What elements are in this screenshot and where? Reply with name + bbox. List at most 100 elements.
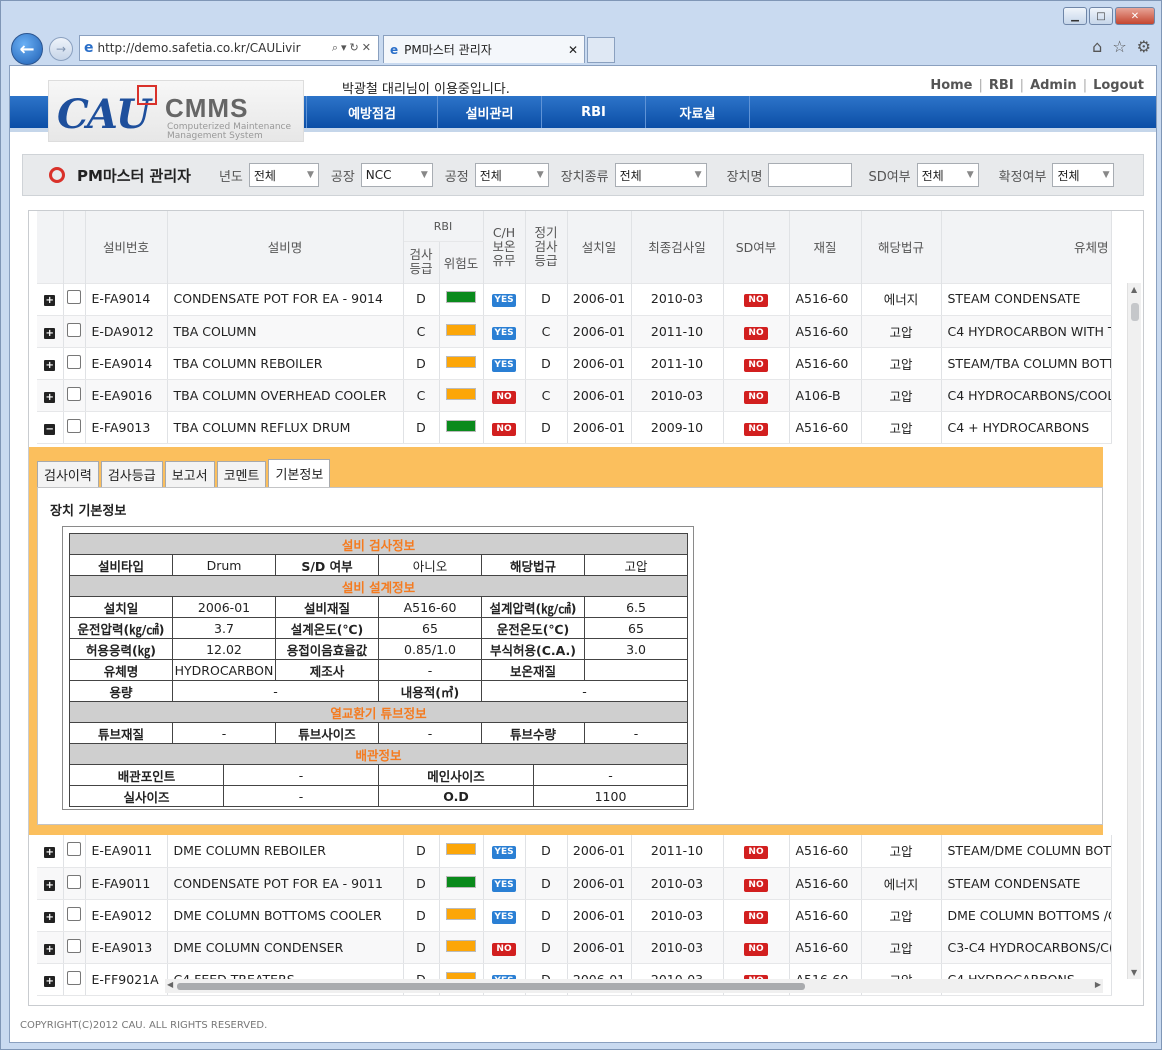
header-fluid[interactable]: 유체명 [941, 211, 1112, 284]
equipment-name[interactable]: TBA COLUMN [167, 315, 404, 348]
row-check-cell[interactable] [63, 411, 86, 444]
tab-close-icon[interactable]: ✕ [568, 43, 578, 57]
equipment-name[interactable]: CONDENSATE POT FOR EA - 9011 [167, 867, 404, 900]
table-row[interactable]: + E-EA9011 DME COLUMN REBOILER D YES D 2006-01… [37, 835, 1112, 868]
tab-basic-info[interactable]: 기본정보 [268, 459, 331, 487]
equipment-no[interactable]: E-EA9013 [85, 931, 168, 964]
row-check-cell[interactable] [63, 379, 86, 412]
row-toggle[interactable]: − [37, 411, 64, 444]
row-checkbox[interactable] [67, 354, 81, 369]
row-check-cell[interactable] [63, 315, 86, 348]
row-toggle[interactable]: + [37, 347, 64, 380]
equipment-name[interactable]: CONDENSATE POT FOR EA - 9014 [167, 283, 404, 316]
row-check-cell[interactable] [63, 835, 86, 868]
plant-select[interactable]: NCC ▼ [360, 163, 433, 187]
type-select[interactable]: 전체 ▼ [614, 163, 707, 187]
row-checkbox[interactable] [67, 386, 81, 401]
row-checkbox[interactable] [67, 290, 81, 305]
row-toggle[interactable]: + [37, 835, 64, 868]
row-toggle[interactable]: + [37, 283, 64, 316]
table-row[interactable]: + E-EA9014 TBA COLUMN REBOILER D YES D 2006-01… [37, 347, 1112, 380]
header-risk[interactable]: 위험도 [439, 241, 484, 284]
equipment-name[interactable]: TBA COLUMN OVERHEAD COOLER [167, 379, 404, 412]
row-toggle[interactable]: + [37, 315, 64, 348]
header-ch[interactable]: C/H보온유무 [483, 211, 526, 284]
menu-item-preventive[interactable]: 예방점검 [306, 96, 438, 128]
link-home[interactable]: Home [930, 78, 972, 93]
scroll-up-icon[interactable]: ▲ [1131, 285, 1137, 294]
vertical-scrollbar[interactable]: ▲ ▼ [1127, 283, 1141, 979]
close-button[interactable]: ✕ [1115, 7, 1155, 25]
row-check-cell[interactable] [63, 867, 86, 900]
expand-toggle-icon[interactable]: + [44, 359, 56, 371]
row-checkbox[interactable] [67, 938, 81, 953]
table-row[interactable]: + E-EA9013 DME COLUMN CONDENSER D NO D 2006-01… [37, 931, 1112, 964]
equipment-no[interactable]: E-DA9012 [85, 315, 168, 348]
menu-item-library[interactable]: 자료실 [646, 96, 750, 128]
tab-inspection-grade[interactable]: 검사등급 [100, 461, 163, 487]
address-url[interactable]: http://demo.safetia.co.kr/CAULivir [98, 41, 328, 55]
tab-report[interactable]: 보고서 [164, 461, 215, 487]
scroll-right-icon[interactable]: ▶ [1095, 980, 1101, 989]
scroll-left-icon[interactable]: ◀ [167, 980, 173, 989]
menu-item-rbi[interactable]: RBI [542, 96, 646, 128]
table-row[interactable]: + E-DA9012 TBA COLUMN C YES C 2006-01 2011-10 NO… [37, 315, 1112, 348]
row-toggle[interactable]: + [37, 963, 64, 996]
link-logout[interactable]: Logout [1093, 78, 1144, 93]
maximize-button[interactable]: □ [1089, 7, 1113, 25]
equipment-no[interactable]: E-FA9011 [85, 867, 168, 900]
table-row[interactable]: − E-FA9013 TBA COLUMN REFLUX DRUM D NO D 2006-… [37, 411, 1112, 444]
row-toggle[interactable]: + [37, 379, 64, 412]
equipment-no[interactable]: E-EA9011 [85, 835, 168, 868]
equipment-no[interactable]: E-EA9012 [85, 899, 168, 932]
row-checkbox[interactable] [67, 418, 81, 433]
equipment-name[interactable]: DME COLUMN BOTTOMS COOLER [167, 899, 404, 932]
row-checkbox[interactable] [67, 970, 81, 985]
name-input[interactable] [768, 163, 853, 187]
header-install[interactable]: 설치일 [567, 211, 632, 284]
link-admin[interactable]: Admin [1030, 78, 1077, 93]
equipment-name[interactable]: DME COLUMN CONDENSER [167, 931, 404, 964]
process-select[interactable]: 전체 ▼ [474, 163, 549, 187]
row-checkbox[interactable] [67, 842, 81, 857]
menu-item-equipment[interactable]: 설비관리 [438, 96, 542, 128]
row-toggle[interactable]: + [37, 867, 64, 900]
equipment-no[interactable]: E-FA9013 [85, 411, 168, 444]
row-check-cell[interactable] [63, 283, 86, 316]
site-logo[interactable]: CAU CMMS Computerized Maintenance Manage… [48, 80, 304, 142]
header-last[interactable]: 최종검사일 [631, 211, 724, 284]
horizontal-scrollbar[interactable]: ◀ ▶ [165, 979, 1103, 993]
header-law[interactable]: 해당법규 [861, 211, 942, 284]
row-checkbox[interactable] [67, 874, 81, 889]
table-row[interactable]: + E-EA9016 TBA COLUMN OVERHEAD COOLER C NO C 2… [37, 379, 1112, 412]
row-check-cell[interactable] [63, 347, 86, 380]
header-no[interactable]: 설비번호 [85, 211, 168, 284]
row-toggle[interactable]: + [37, 899, 64, 932]
equipment-name[interactable]: TBA COLUMN REBOILER [167, 347, 404, 380]
row-check-cell[interactable] [63, 963, 86, 996]
expand-toggle-icon[interactable]: + [44, 847, 56, 859]
address-bar[interactable]: e http://demo.safetia.co.kr/CAULivir ⌕▾↻… [79, 35, 379, 61]
expand-toggle-icon[interactable]: + [44, 879, 56, 891]
header-sd[interactable]: SD여부 [723, 211, 790, 284]
expand-toggle-icon[interactable]: + [44, 943, 56, 955]
address-tools-icon[interactable]: ⌕▾↻✕ [332, 41, 378, 55]
back-button[interactable]: ← [11, 33, 43, 65]
equipment-name[interactable]: DME COLUMN REBOILER [167, 835, 404, 868]
expand-toggle-icon[interactable]: + [44, 391, 56, 403]
expand-toggle-icon[interactable]: + [44, 327, 56, 339]
sd-select[interactable]: 전체 ▼ [916, 163, 979, 187]
scroll-down-icon[interactable]: ▼ [1131, 968, 1137, 977]
link-rbi[interactable]: RBI [989, 78, 1014, 93]
vertical-scroll-thumb[interactable] [1131, 303, 1139, 321]
row-check-cell[interactable] [63, 899, 86, 932]
expand-toggle-icon[interactable]: − [44, 423, 56, 435]
header-periodic[interactable]: 정기검사등급 [525, 211, 568, 284]
row-checkbox[interactable] [67, 906, 81, 921]
equipment-no[interactable]: E-EA9016 [85, 379, 168, 412]
row-check-cell[interactable] [63, 931, 86, 964]
browser-tab[interactable]: e PM마스터 관리자 ✕ [383, 35, 585, 63]
tab-inspection-history[interactable]: 검사이력 [37, 461, 99, 487]
tab-comment[interactable]: 코멘트 [216, 461, 267, 487]
equipment-no[interactable]: E-EA9014 [85, 347, 168, 380]
